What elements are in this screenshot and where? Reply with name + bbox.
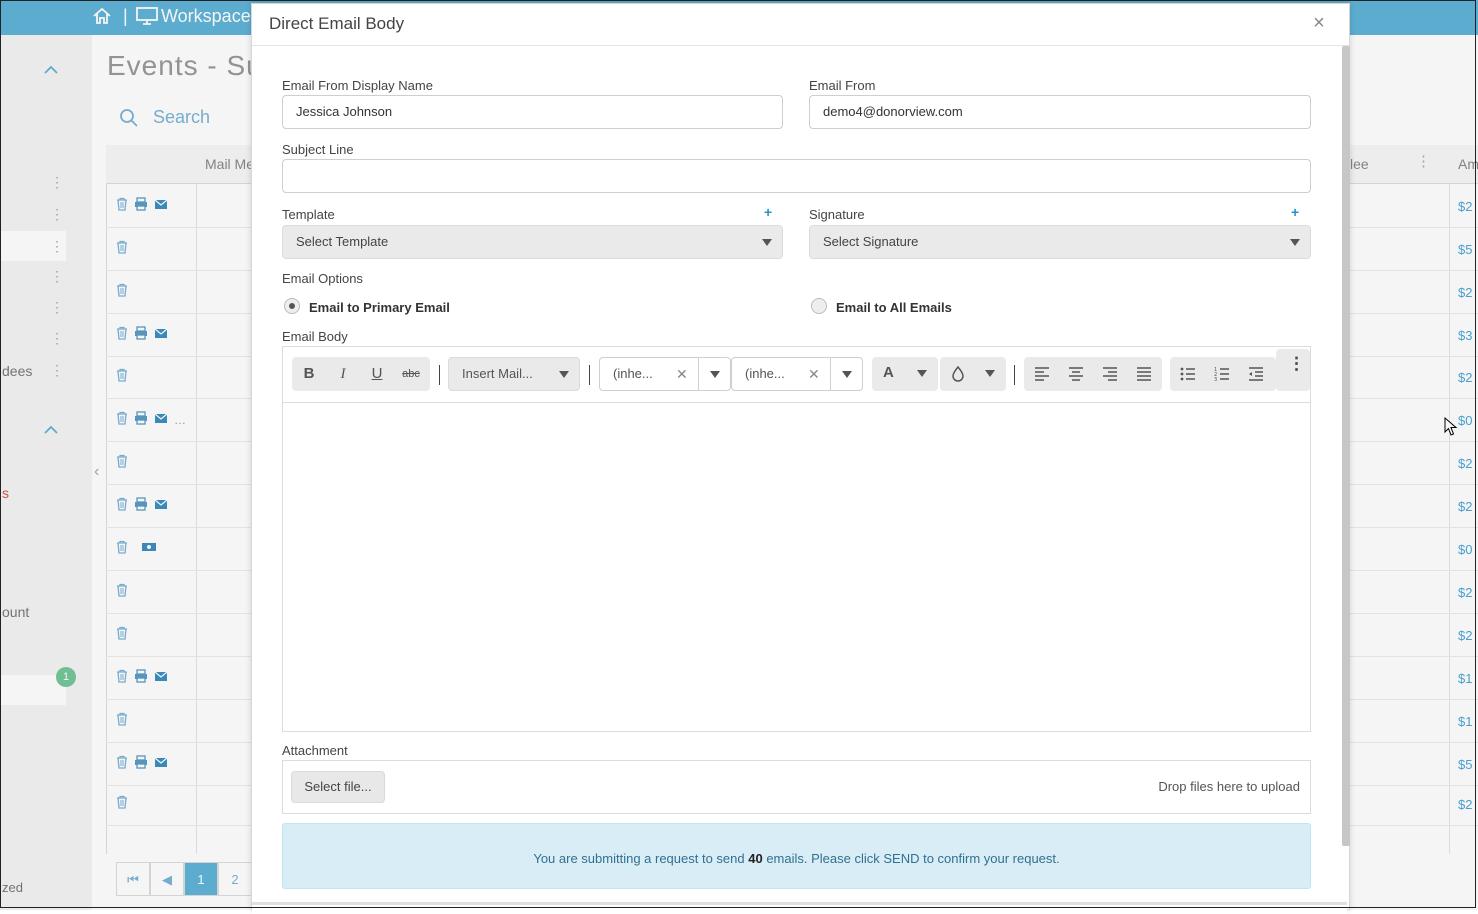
template-label: Template [282, 207, 335, 222]
clear-font-size-icon[interactable]: ✕ [808, 358, 820, 390]
signature-label: Signature [809, 207, 865, 222]
toolbar-divider [1014, 365, 1015, 385]
signature-select-value: Select Signature [823, 234, 919, 249]
close-button[interactable]: × [1306, 10, 1332, 36]
italic-button[interactable]: I [326, 357, 360, 391]
from-name-label: Email From Display Name [282, 78, 433, 93]
all-emails-radio-label[interactable]: Email to All Emails [836, 300, 952, 315]
clear-font-family-icon[interactable]: ✕ [676, 358, 688, 390]
chevron-down-icon[interactable] [842, 371, 852, 378]
drop-files-hint: Drop files here to upload [1158, 779, 1300, 794]
more-tools-button[interactable]: ⋮ [1276, 349, 1310, 391]
align-left-icon[interactable] [1034, 367, 1050, 381]
add-template-button[interactable]: + [764, 204, 772, 220]
dialog-scrollbar[interactable] [1342, 46, 1350, 846]
attachment-label: Attachment [282, 743, 348, 758]
bulleted-list-icon[interactable] [1180, 367, 1196, 381]
font-size-value: (inhe... [745, 366, 785, 381]
from-name-input[interactable]: Jessica Johnson [282, 95, 783, 129]
select-file-button[interactable]: Select file... [291, 771, 385, 803]
email-options-label: Email Options [282, 271, 363, 286]
chevron-down-icon [762, 239, 772, 246]
direct-email-body-dialog: Direct Email Body × Email From Display N… [251, 3, 1350, 914]
signature-select[interactable]: Select Signature [809, 225, 1311, 259]
subject-line-label: Subject Line [282, 142, 354, 157]
select-divider [830, 358, 831, 390]
font-family-value: (inhe... [613, 366, 653, 381]
font-family-select[interactable]: (inhe... ✕ [599, 357, 731, 391]
add-signature-button[interactable]: + [1291, 204, 1299, 220]
all-emails-radio[interactable] [811, 298, 827, 314]
outdent-icon[interactable] [1248, 367, 1264, 381]
primary-email-radio[interactable] [284, 298, 300, 314]
insert-mail-merge-label: Insert Mail... [462, 366, 533, 381]
email-body-label: Email Body [282, 329, 348, 344]
dialog-header: Direct Email Body × [252, 4, 1349, 46]
chevron-down-icon [985, 370, 995, 377]
align-justify-icon[interactable] [1136, 367, 1152, 381]
file-upload-zone[interactable]: Select file... Drop files here to upload [282, 760, 1311, 814]
select-divider [698, 358, 699, 390]
primary-email-radio-label[interactable]: Email to Primary Email [309, 300, 450, 315]
from-email-label: Email From [809, 78, 876, 93]
numbered-list-icon[interactable]: 123 [1214, 366, 1230, 382]
font-color-picker[interactable]: A [872, 357, 938, 391]
insert-mail-merge-select[interactable]: Insert Mail... [448, 357, 580, 391]
list-group: 123 [1170, 357, 1276, 391]
chevron-down-icon[interactable] [710, 371, 720, 378]
notice-text-start: You are submitting a request to send [533, 851, 749, 866]
more-options-icon: ⋮ [1288, 354, 1305, 373]
chevron-down-icon [917, 370, 927, 377]
dialog-title: Direct Email Body [269, 14, 405, 33]
font-size-select[interactable]: (inhe... ✕ [731, 357, 863, 391]
color-drop-icon [952, 366, 964, 382]
bold-button[interactable]: B [292, 357, 326, 391]
chevron-down-icon [1290, 239, 1300, 246]
text-style-group: B I U abc [292, 357, 430, 391]
notice-text-end: emails. Please click SEND to confirm you… [762, 851, 1060, 866]
align-right-icon[interactable] [1102, 367, 1118, 381]
subject-line-input[interactable] [282, 159, 1311, 193]
strikethrough-button[interactable]: abc [394, 357, 428, 391]
svg-text:3: 3 [1214, 377, 1217, 382]
font-color-icon: A [883, 364, 894, 381]
chevron-down-icon [559, 371, 569, 378]
background-color-picker[interactable] [940, 357, 1006, 391]
editor-toolbar: B I U abc Insert Mail... (inhe... ✕ (inh… [283, 347, 1310, 403]
editor-content-area[interactable] [283, 403, 1310, 731]
from-email-input[interactable]: demo4@donorview.com [809, 95, 1311, 129]
underline-button[interactable]: U [360, 357, 394, 391]
toolbar-divider [589, 365, 590, 385]
align-center-icon[interactable] [1068, 367, 1084, 381]
alignment-group [1024, 357, 1162, 391]
rich-text-editor: B I U abc Insert Mail... (inhe... ✕ (inh… [282, 346, 1311, 732]
dialog-footer-edge [252, 902, 1347, 914]
email-count: 40 [748, 851, 763, 866]
template-select-value: Select Template [296, 234, 389, 249]
template-select[interactable]: Select Template [282, 225, 783, 259]
toolbar-divider [439, 365, 440, 385]
confirmation-notice: You are submitting a request to send 40 … [282, 823, 1311, 889]
